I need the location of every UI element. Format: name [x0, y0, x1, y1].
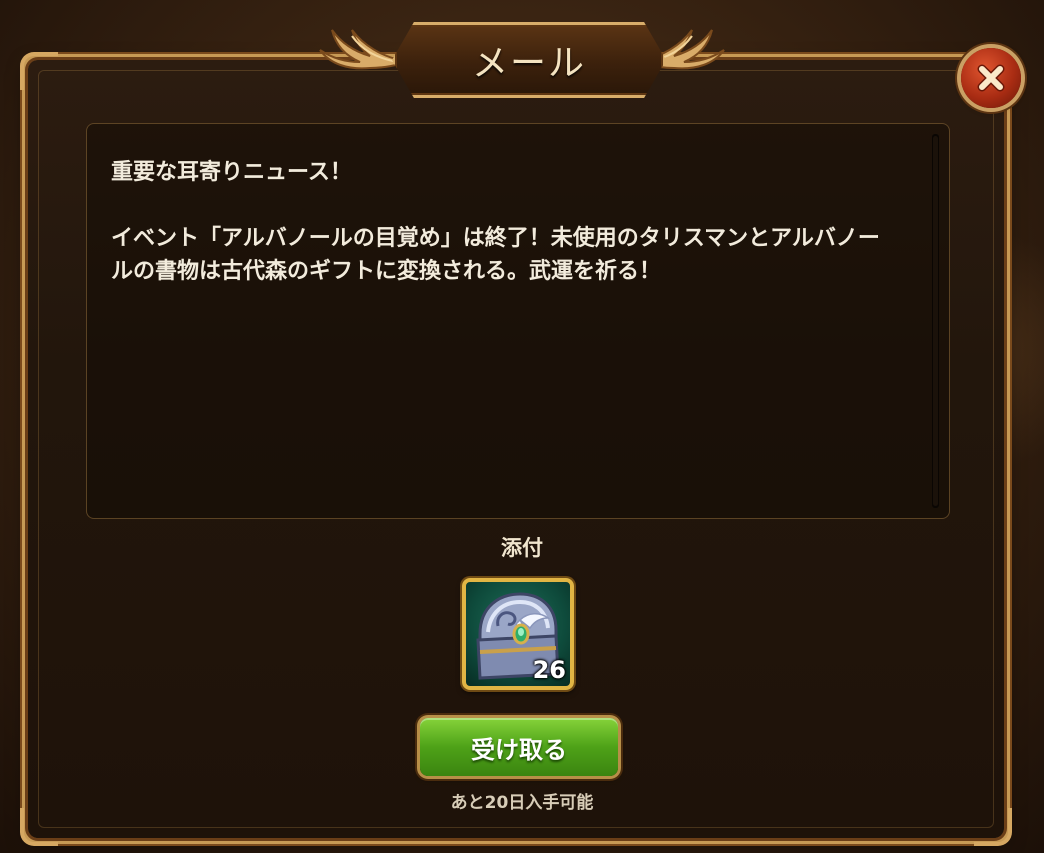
- message-panel: 重要な耳寄りニュース！ イベント「アルバノールの目覚め」は終了！未使用のタリスマ…: [86, 123, 950, 519]
- message-scrollbar[interactable]: [932, 134, 939, 508]
- attachment-label: 添付: [501, 536, 543, 560]
- claim-button-label: 受け取る: [471, 736, 567, 764]
- left-wing-ornament-icon: [319, 29, 401, 70]
- title-banner: メール: [392, 22, 666, 98]
- frame-corner-ornament: [20, 808, 58, 846]
- message-body: 重要な耳寄りニュース！ イベント「アルバノールの目覚め」は終了！未使用のタリスマ…: [111, 160, 880, 284]
- scrollbar-thumb[interactable]: [933, 136, 938, 506]
- item-count: 26: [532, 656, 566, 684]
- attachment-item-slot[interactable]: 26: [462, 578, 574, 690]
- close-button[interactable]: [961, 48, 1021, 108]
- frame-corner-ornament: [974, 808, 1012, 846]
- frame-corner-ornament: [20, 52, 58, 90]
- dialog-title: メール: [471, 43, 586, 84]
- expiry-text: あと20日入手可能: [450, 793, 594, 813]
- close-x-icon: [977, 64, 1005, 92]
- claim-button[interactable]: 受け取る: [420, 718, 618, 776]
